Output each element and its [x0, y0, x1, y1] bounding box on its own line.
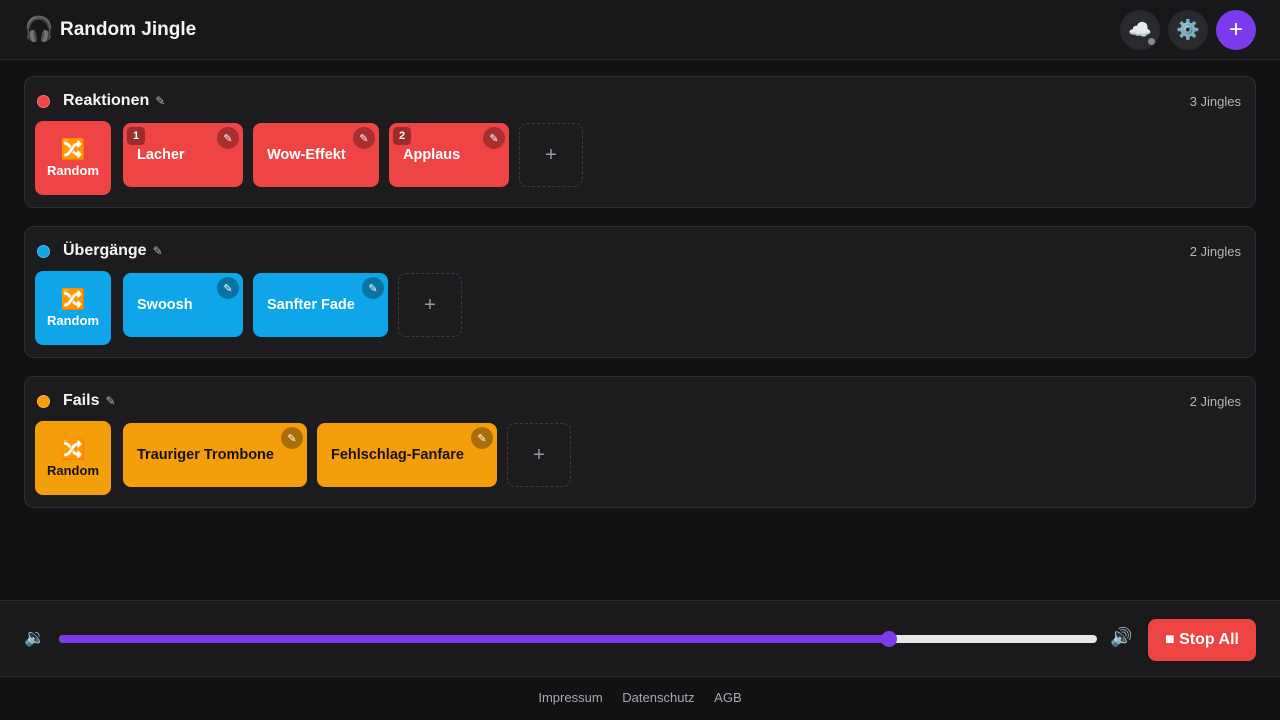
add-jingle-button[interactable]: +: [519, 123, 583, 187]
category-name: Übergänge: [63, 242, 147, 259]
category-header: Fails ✎: [37, 391, 116, 411]
shuffle-icon: 🔀: [60, 288, 86, 311]
hotkey-badge: 2: [393, 127, 411, 145]
jingle-button[interactable]: Sanfter Fade ✎: [253, 273, 388, 337]
jingle-button[interactable]: Wow-Effekt ✎: [253, 123, 379, 187]
volume-high-icon: 🔊: [1110, 627, 1133, 647]
edit-jingle-icon[interactable]: ✎: [483, 127, 505, 149]
category-header: Übergänge ✎: [37, 241, 163, 261]
volume-slider[interactable]: [59, 631, 1097, 647]
edit-jingle-icon[interactable]: ✎: [217, 277, 239, 299]
jingle-label: Applaus: [403, 147, 461, 163]
footer-link-datenschutz[interactable]: Datenschutz: [622, 690, 694, 705]
plus-icon: +: [1228, 16, 1243, 43]
add-category-button[interactable]: +: [1216, 10, 1256, 50]
add-jingle-button[interactable]: +: [507, 423, 571, 487]
jingle-label: Sanfter Fade: [267, 297, 355, 313]
edit-jingle-icon[interactable]: ✎: [362, 277, 384, 299]
random-button[interactable]: 🔀 Random: [35, 121, 111, 195]
brand: 🎧 Random Jingle: [24, 15, 196, 45]
stop-all-button[interactable]: ■ Stop All: [1148, 619, 1256, 661]
gear-icon: ⚙️: [1176, 20, 1200, 41]
jingle-count: 2 Jingles: [1189, 244, 1241, 259]
category-color-dot[interactable]: [37, 244, 50, 258]
footer-link-agb[interactable]: AGB: [714, 690, 741, 705]
app-header: 🎧 Random Jingle ☁️ ⚙️ +: [0, 0, 1280, 60]
category-color-dot[interactable]: [37, 394, 50, 408]
shuffle-icon: 🔀: [60, 438, 86, 461]
footer-link-impressum[interactable]: Impressum: [538, 690, 602, 705]
edit-category-icon[interactable]: ✎: [155, 94, 165, 108]
edit-jingle-icon[interactable]: ✎: [281, 427, 303, 449]
jingle-label: Swoosh: [137, 297, 193, 313]
random-button[interactable]: 🔀 Random: [35, 421, 111, 495]
headphones-icon: 🎧: [24, 16, 54, 43]
category-name: Fails: [63, 392, 100, 409]
edit-category-icon[interactable]: ✎: [153, 244, 163, 258]
jingle-button[interactable]: Swoosh ✎: [123, 273, 243, 337]
random-button[interactable]: 🔀 Random: [35, 271, 111, 345]
jingle-button[interactable]: 1 Lacher ✎: [123, 123, 243, 187]
category-color-dot[interactable]: [37, 94, 50, 108]
jingle-button[interactable]: Fehlschlag-Fanfare ✎: [317, 423, 497, 487]
volume-fill: [59, 635, 890, 643]
category-header: Reaktionen ✎: [37, 91, 165, 111]
jingle-label: Lacher: [137, 147, 185, 163]
category-panel-fails: Fails ✎ 2 Jingles 🔀 Random Trauriger Tro…: [24, 376, 1256, 508]
footer: Impressum Datenschutz AGB: [0, 690, 1280, 705]
category-panel-reaktionen: Reaktionen ✎ 3 Jingles 🔀 Random 1 Lacher…: [24, 76, 1256, 208]
random-label: Random: [47, 312, 99, 328]
player-bar: 🔉 🔊 ■ Stop All: [0, 600, 1280, 677]
add-jingle-button[interactable]: +: [398, 273, 462, 337]
cloud-sync-button[interactable]: ☁️: [1120, 10, 1160, 50]
jingle-label: Fehlschlag-Fanfare: [331, 447, 464, 463]
settings-button[interactable]: ⚙️: [1168, 10, 1208, 50]
edit-jingle-icon[interactable]: ✎: [217, 127, 239, 149]
jingle-button[interactable]: 2 Applaus ✎: [389, 123, 509, 187]
edit-category-icon[interactable]: ✎: [105, 394, 115, 408]
category-panel-uebergaenge: Übergänge ✎ 2 Jingles 🔀 Random Swoosh ✎ …: [24, 226, 1256, 358]
jingle-count: 2 Jingles: [1189, 394, 1241, 409]
category-name: Reaktionen: [63, 92, 150, 109]
jingle-count: 3 Jingles: [1189, 94, 1241, 109]
jingle-label: Trauriger Trombone: [137, 447, 274, 463]
sync-status-dot: [1147, 37, 1156, 46]
jingle-label: Wow-Effekt: [267, 147, 346, 163]
hotkey-badge: 1: [127, 127, 145, 145]
volume-low-icon: 🔉: [24, 628, 46, 647]
shuffle-icon: 🔀: [60, 138, 86, 161]
random-label: Random: [47, 462, 99, 478]
app-title: Random Jingle: [60, 19, 197, 40]
volume-thumb[interactable]: [881, 631, 898, 647]
edit-jingle-icon[interactable]: ✎: [471, 427, 493, 449]
jingle-button[interactable]: Trauriger Trombone ✎: [123, 423, 307, 487]
random-label: Random: [47, 162, 99, 178]
edit-jingle-icon[interactable]: ✎: [353, 127, 375, 149]
